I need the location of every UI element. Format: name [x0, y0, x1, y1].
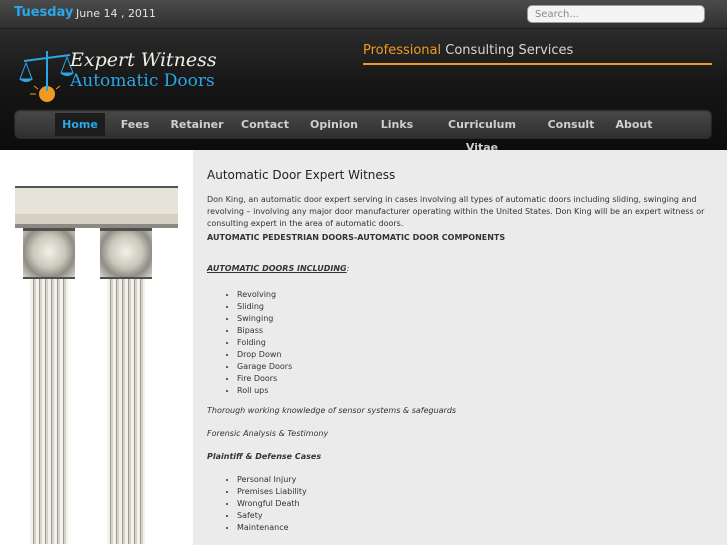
nav-links[interactable]: Links — [374, 113, 420, 136]
list-item: Folding — [237, 337, 712, 349]
main-content: Automatic Door Expert Witness Don King, … — [207, 168, 712, 542]
nav-consult[interactable]: Consult — [544, 113, 598, 136]
case-types-list: Personal Injury Premises Liability Wrong… — [207, 474, 712, 534]
list-item: Sliding — [237, 301, 712, 313]
components-heading: AUTOMATIC PEDESTRIAN DOORS-AUTOMATIC DOO… — [207, 233, 506, 242]
including-heading-text: AUTOMATIC DOORS INCLUDING — [207, 264, 347, 273]
logo-title: Expert Witness — [70, 49, 217, 71]
top-bar: Tuesday June 14 , 2011 — [0, 0, 727, 29]
column-left — [23, 228, 75, 544]
tagline-accent: Professional — [363, 43, 442, 58]
tagline-divider — [363, 63, 712, 65]
list-item: Safety — [237, 510, 712, 522]
tagline-rest: Consulting Services — [441, 43, 574, 58]
door-types-list: Revolving Sliding Swinging Bipass Foldin… — [207, 289, 712, 397]
cases-heading: Plaintiff & Defense Cases — [207, 452, 322, 461]
search-input[interactable] — [527, 5, 705, 23]
list-item: Revolving — [237, 289, 712, 301]
list-item: Premises Liability — [237, 486, 712, 498]
page-title: Automatic Door Expert Witness — [207, 168, 396, 182]
list-item: Wrongful Death — [237, 498, 712, 510]
list-item: Personal Injury — [237, 474, 712, 486]
date-label: June 14 , 2011 — [76, 7, 156, 20]
list-item: Bipass — [237, 325, 712, 337]
nav-curriculum-vitae[interactable]: Curriculum Vitae — [432, 113, 532, 154]
intro-paragraph: Don King, an automatic door expert servi… — [207, 195, 705, 228]
main-nav: Home Fees Retainer Contact Opinion Links… — [14, 109, 712, 154]
including-heading-colon: : — [346, 264, 350, 273]
site-header: Expert Witness Automatic Doors Professio… — [0, 29, 727, 154]
list-item: Maintenance — [237, 522, 712, 534]
nav-opinion[interactable]: Opinion — [306, 113, 362, 136]
nav-about[interactable]: About — [612, 113, 656, 136]
forensic-text: Forensic Analysis & Testimony — [207, 429, 329, 438]
column-right — [100, 228, 152, 544]
tagline: Professional Consulting Services — [363, 43, 573, 58]
nav-fees[interactable]: Fees — [115, 113, 155, 136]
nav-retainer[interactable]: Retainer — [168, 113, 226, 136]
knowledge-text: Thorough working knowledge of sensor sys… — [207, 406, 457, 415]
list-item: Swinging — [237, 313, 712, 325]
list-item: Fire Doors — [237, 373, 712, 385]
list-item: Garage Doors — [237, 361, 712, 373]
logo-subtitle: Automatic Doors — [70, 71, 215, 91]
scales-of-justice-logo-icon[interactable] — [14, 45, 74, 103]
nav-home[interactable]: Home — [55, 113, 105, 136]
day-label: Tuesday — [14, 5, 74, 20]
including-heading: AUTOMATIC DOORS INCLUDING: — [207, 263, 712, 275]
list-item: Drop Down — [237, 349, 712, 361]
list-item: Roll ups — [237, 385, 712, 397]
nav-contact[interactable]: Contact — [239, 113, 291, 136]
